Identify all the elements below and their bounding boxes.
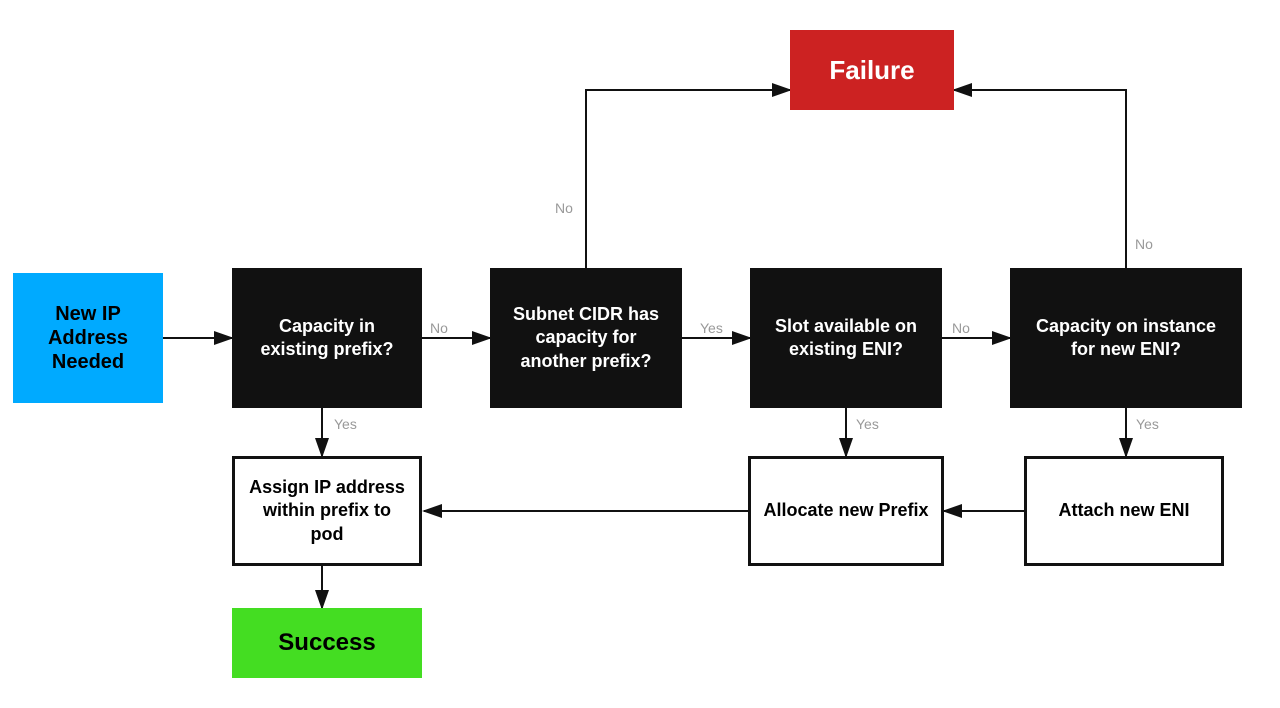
yes-label-1: Yes <box>700 320 723 336</box>
assign-ip-node: Assign IP address within prefix to pod <box>232 456 422 566</box>
attach-eni-node: Attach new ENI <box>1024 456 1224 566</box>
success-node: Success <box>232 608 422 678</box>
flowchart-diagram: New IP Address Needed Capacity in existi… <box>0 0 1280 708</box>
new-ip-address-needed-node: New IP Address Needed <box>13 273 163 403</box>
yes-label-2: Yes <box>334 416 357 432</box>
no-label-3: No <box>952 320 970 336</box>
capacity-existing-prefix-node: Capacity in existing prefix? <box>232 268 422 408</box>
no-label-2: No <box>555 200 573 216</box>
no-label-4: No <box>1135 236 1153 252</box>
failure-node: Failure <box>790 30 954 110</box>
yes-label-slot: Yes <box>856 416 879 432</box>
no-label-1: No <box>430 320 448 336</box>
allocate-prefix-node: Allocate new Prefix <box>748 456 944 566</box>
subnet-cidr-node: Subnet CIDR has capacity for another pre… <box>490 268 682 408</box>
slot-available-eni-node: Slot available on existing ENI? <box>750 268 942 408</box>
yes-label-3: Yes <box>1136 416 1159 432</box>
capacity-instance-node: Capacity on instance for new ENI? <box>1010 268 1242 408</box>
